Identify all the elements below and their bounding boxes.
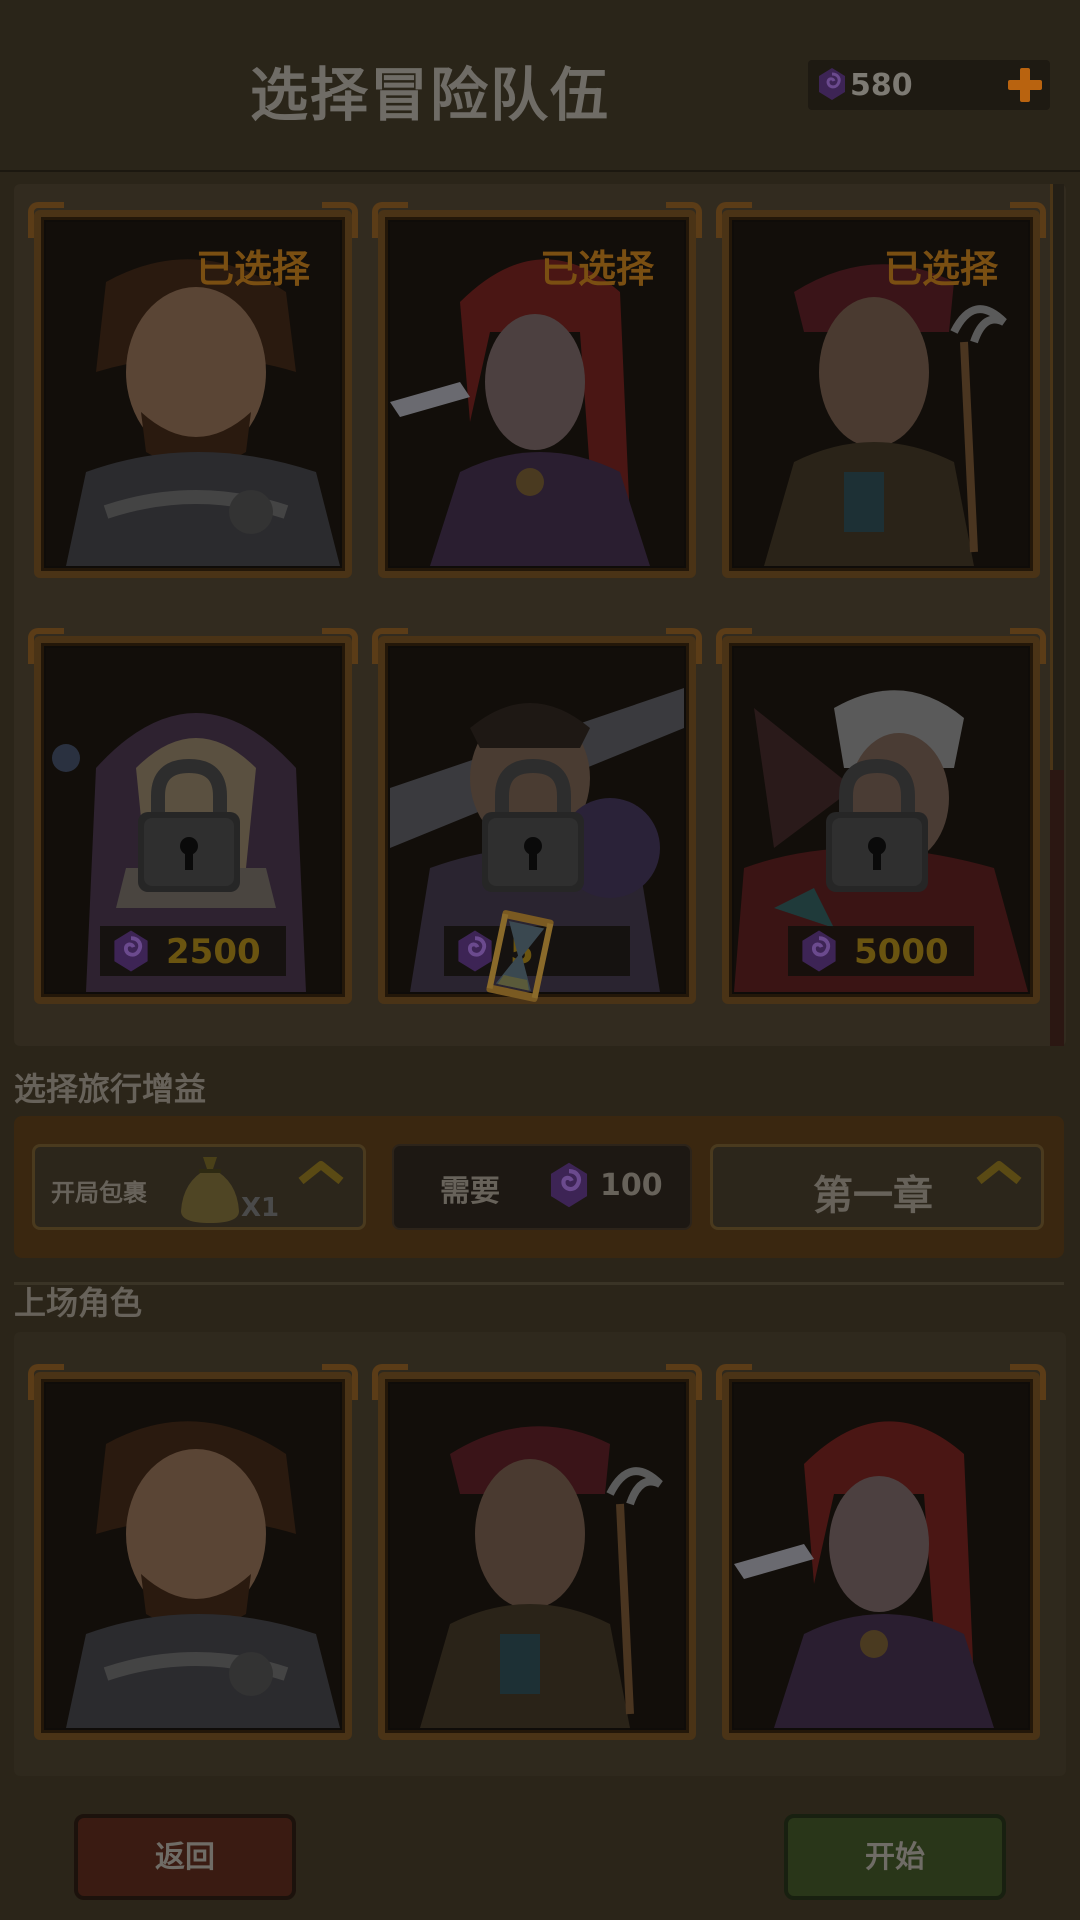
unlock-price: 5000 xyxy=(788,926,974,976)
lock-icon xyxy=(482,758,584,892)
add-currency-button[interactable] xyxy=(1000,60,1050,110)
bag-icon xyxy=(181,1157,239,1223)
cost-display: 需要 100 xyxy=(392,1144,692,1230)
party-slot-rogue[interactable] xyxy=(716,1364,1046,1740)
party-lineup xyxy=(14,1332,1066,1776)
hero-card-nun-locked[interactable]: 2500 xyxy=(28,628,358,1004)
lock-icon xyxy=(826,758,928,892)
party-slot-mystic[interactable] xyxy=(372,1364,702,1740)
hero-portrait xyxy=(734,1384,1028,1728)
chapter-label: 第一章 xyxy=(813,1173,933,1219)
gem-icon xyxy=(819,68,845,100)
hero-roster: 已选择 已选择 已选择 2500 5000 xyxy=(14,184,1066,1046)
currency-display: 580 xyxy=(808,60,1050,110)
price-value: 5000 xyxy=(854,932,949,972)
gem-icon xyxy=(550,1162,588,1208)
selected-badge: 已选择 xyxy=(883,247,998,291)
hero-card-mystic[interactable]: 已选择 xyxy=(716,202,1046,578)
unlock-price: 2500 xyxy=(100,926,286,976)
need-label: 需要 xyxy=(440,1174,500,1209)
pack-label: 开局包裹 xyxy=(51,1179,147,1207)
chevron-up-icon[interactable] xyxy=(975,1157,1023,1187)
start-button[interactable]: 开始 xyxy=(784,1814,1006,1900)
page-title: 选择冒险队伍 xyxy=(250,61,611,129)
chapter-selector[interactable]: 第一章 xyxy=(710,1144,1044,1230)
currency-amount: 580 xyxy=(850,68,913,103)
section-divider xyxy=(14,1282,1064,1285)
lock-icon xyxy=(138,758,240,892)
hero-card-rogue[interactable]: 已选择 xyxy=(372,202,702,578)
buff-bar: 开局包裹 X1 需要 100 第一章 xyxy=(14,1116,1064,1258)
scrollbar-thumb[interactable] xyxy=(1050,770,1064,1046)
hero-portrait xyxy=(46,1384,340,1728)
hero-portrait xyxy=(390,1384,684,1728)
party-section-title: 上场角色 xyxy=(14,1284,143,1322)
top-bar: 选择冒险队伍 580 xyxy=(0,0,1080,172)
pack-count: X1 xyxy=(241,1193,280,1223)
selected-badge: 已选择 xyxy=(539,247,654,291)
gem-icon xyxy=(114,930,148,972)
hourglass-icon xyxy=(486,910,554,1002)
selected-badge: 已选择 xyxy=(195,247,310,291)
gem-icon xyxy=(802,930,836,972)
hero-card-witch-locked[interactable]: 5000 xyxy=(716,628,1046,1004)
back-button[interactable]: 返回 xyxy=(74,1814,296,1900)
hero-card-warrior[interactable]: 已选择 xyxy=(28,202,358,578)
need-cost: 100 xyxy=(600,1168,663,1203)
buff-section-title: 选择旅行增益 xyxy=(14,1070,207,1108)
price-value: 2500 xyxy=(166,932,261,972)
starter-pack-selector[interactable]: 开局包裹 X1 xyxy=(32,1144,366,1230)
hero-card-brute-locked[interactable]: 5 xyxy=(372,628,702,1004)
party-slot-warrior[interactable] xyxy=(28,1364,358,1740)
chevron-up-icon[interactable] xyxy=(297,1157,345,1187)
